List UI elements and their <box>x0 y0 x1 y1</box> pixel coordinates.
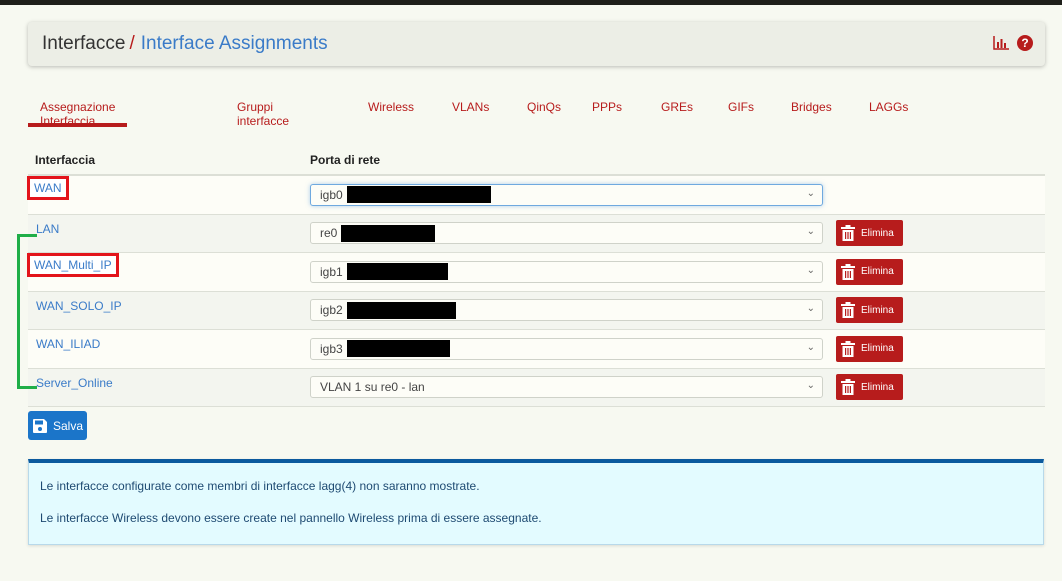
interface-cell: WAN_SOLO_IP <box>28 292 310 330</box>
chart-icon[interactable] <box>993 36 1009 50</box>
chevron-down-icon: ⌄ <box>806 380 815 392</box>
trash-icon <box>841 340 855 357</box>
tab-label: Wireless <box>368 100 415 114</box>
delete-button[interactable]: Elimina <box>836 220 903 247</box>
tab-label: VLANs <box>452 100 490 114</box>
interface-link[interactable]: WAN_ILIAD <box>36 337 100 351</box>
interface-link[interactable]: LAN <box>36 222 59 236</box>
network-port-select[interactable]: VLAN 1 su re0 - lan ⌄ <box>310 376 823 399</box>
delete-button-label: Elimina <box>861 266 894 278</box>
table-row: LAN re0 ⌄ Elimina <box>28 214 1045 253</box>
tab-ppps[interactable]: PPPs <box>592 94 622 114</box>
network-port-select[interactable]: igb2 ⌄ <box>310 299 823 322</box>
tab-gruppi-interfacce[interactable]: Gruppi interfacce <box>237 94 289 128</box>
interface-cell: Server_Online <box>28 369 310 407</box>
network-port-select[interactable]: igb3 ⌄ <box>310 337 823 360</box>
page-header: Interfacce / Interface Assignments ? <box>28 22 1045 66</box>
tab-wireless[interactable]: Wireless <box>368 94 414 114</box>
tab-label: PPPs <box>592 100 623 114</box>
breadcrumb-root[interactable]: Interfacce <box>42 33 125 55</box>
network-port-value: igb2 <box>320 303 343 318</box>
chevron-down-icon: ⌄ <box>806 341 815 353</box>
green-annotation-bracket <box>17 234 37 389</box>
delete-button-label: Elimina <box>861 304 894 316</box>
interface-assignments-table: Interfaccia Porta di rete WAN igb0 ⌄ LAN re0… <box>27 145 1045 407</box>
tab-label: Bridges <box>791 100 832 114</box>
floppy-disk-icon <box>33 418 47 433</box>
tab-vlans[interactable]: VLANs <box>452 94 489 114</box>
interface-cell: WAN_ILIAD <box>28 330 310 368</box>
interface-link[interactable]: WAN_Multi_IP <box>27 253 119 277</box>
interface-cell: WAN_Multi_IP <box>27 253 310 291</box>
network-port-select[interactable]: igb0 ⌄ <box>310 183 823 206</box>
redacted-block <box>346 186 491 204</box>
network-port-value: igb3 <box>320 341 343 356</box>
tab-label: Gruppi interfacce <box>237 100 290 128</box>
delete-button[interactable]: Elimina <box>836 374 903 401</box>
tab-laggs[interactable]: LAGGs <box>869 94 908 114</box>
save-button[interactable]: Salva <box>28 411 87 440</box>
table-row: WAN_Multi_IP igb1 ⌄ Elimina <box>27 253 1045 292</box>
delete-button[interactable]: Elimina <box>836 297 903 324</box>
chevron-down-icon: ⌄ <box>806 303 815 315</box>
delete-button[interactable]: Elimina <box>836 258 903 285</box>
tab-assegnazione-interfaccia[interactable]: Assegnazione Interfaccia <box>28 94 128 128</box>
tab-bridges[interactable]: Bridges <box>791 94 832 114</box>
network-port-value: igb1 <box>320 264 343 279</box>
column-header-port: Porta di rete <box>310 152 381 167</box>
table-header: Interfaccia Porta di rete <box>28 145 1045 176</box>
trash-icon <box>841 263 855 280</box>
interface-link[interactable]: WAN_SOLO_IP <box>36 299 122 313</box>
breadcrumb-separator: / <box>129 33 135 54</box>
tab-gifs[interactable]: GIFs <box>728 94 754 114</box>
top-bar <box>0 0 1062 5</box>
redacted-block <box>346 263 448 281</box>
delete-button[interactable]: Elimina <box>836 335 903 362</box>
column-header-interface: Interfaccia <box>35 152 96 167</box>
trash-icon <box>841 225 855 242</box>
table-row: Server_Online VLAN 1 su re0 - lan ⌄ Elimina <box>28 368 1045 407</box>
chevron-down-icon: ⌄ <box>806 187 815 199</box>
chevron-down-icon: ⌄ <box>806 226 815 238</box>
tab-label: GREs <box>661 100 694 114</box>
network-port-select[interactable]: re0 ⌄ <box>310 222 823 245</box>
trash-icon <box>841 302 855 319</box>
tab-qinqs[interactable]: QinQs <box>527 94 561 114</box>
interface-link[interactable]: WAN <box>27 176 69 200</box>
tab-gres[interactable]: GREs <box>661 94 693 114</box>
interface-link[interactable]: Server_Online <box>36 376 113 390</box>
network-port-value: re0 <box>320 226 338 241</box>
redacted-block <box>346 340 450 358</box>
trash-icon <box>841 379 855 396</box>
delete-button-label: Elimina <box>861 343 894 355</box>
chevron-down-icon: ⌄ <box>806 264 815 276</box>
tab-label: QinQs <box>527 100 562 114</box>
redacted-block <box>346 301 456 319</box>
info-text-lagg: Le interfacce configurate come membri di… <box>40 479 480 493</box>
interface-cell: LAN <box>28 215 310 253</box>
tab-label: Assegnazione Interfaccia <box>40 100 116 128</box>
breadcrumb-current[interactable]: Interface Assignments <box>141 33 328 55</box>
delete-button-label: Elimina <box>861 227 894 239</box>
help-icon[interactable]: ? <box>1017 35 1033 51</box>
network-port-value: VLAN 1 su re0 - lan <box>320 380 425 395</box>
info-text-wireless: Le interfacce Wireless devono essere cre… <box>40 511 542 525</box>
info-box: Le interfacce configurate come membri di… <box>28 459 1044 545</box>
table-row: WAN_SOLO_IP igb2 ⌄ Elimina <box>28 291 1045 330</box>
tab-label: LAGGs <box>869 100 909 114</box>
table-row: WAN igb0 ⌄ <box>27 176 1045 215</box>
delete-button-label: Elimina <box>861 381 894 393</box>
network-port-value: igb0 <box>320 187 343 202</box>
interface-cell: WAN <box>27 176 310 214</box>
network-port-select[interactable]: igb1 ⌄ <box>310 260 823 283</box>
tab-label: GIFs <box>728 100 754 114</box>
save-button-label: Salva <box>53 418 84 433</box>
redacted-block <box>341 224 436 242</box>
table-row: WAN_ILIAD igb3 ⌄ Elimina <box>28 330 1045 369</box>
